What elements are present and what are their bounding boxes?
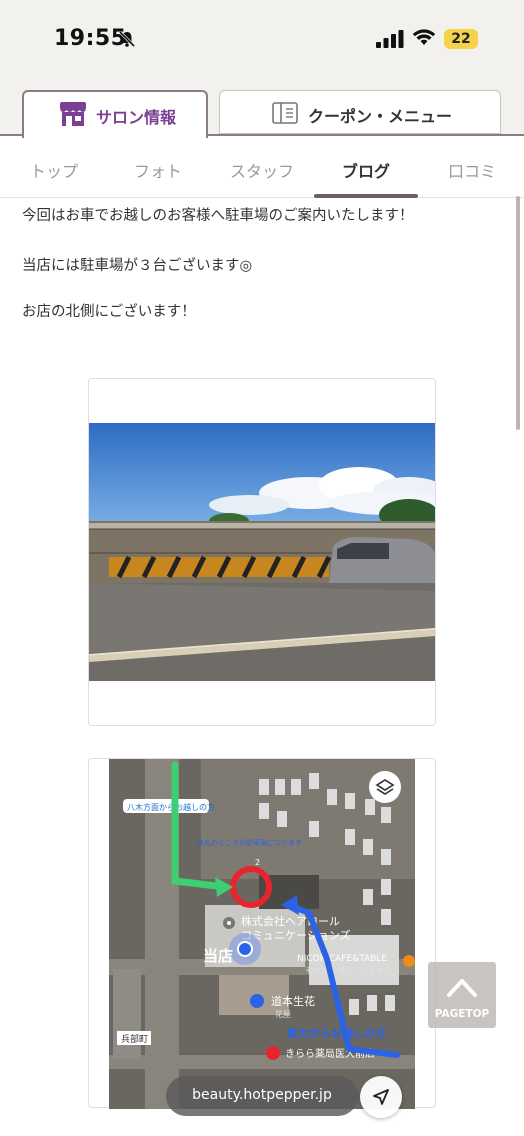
map-label-route-south: 医大からお越しの方 <box>287 1026 386 1040</box>
signal-icon <box>376 30 404 48</box>
subnav-item-photo[interactable]: フォト <box>134 158 182 182</box>
battery-icon: 22 <box>444 29 478 49</box>
pagetop-label: PAGETOP <box>434 1008 490 1020</box>
tab-coupon-menu[interactable]: クーポン・メニュー <box>219 90 501 134</box>
article-line-3: お店の北側にございます！ <box>22 304 196 320</box>
map-label-company: 株式会社ヘアロール <box>241 914 340 928</box>
navigation-arrow-button[interactable] <box>360 1076 402 1118</box>
map-label-cafe-sub: それほど混んでいません <box>305 966 392 975</box>
tab-salon-label: サロン情報 <box>96 108 177 127</box>
subnav-item-blog[interactable]: ブログ <box>342 158 390 182</box>
parking-map: 八木方面からお越しの方 赤丸のところが駐車場になります 2 株式会社ヘアロール … <box>109 759 415 1109</box>
subnav-item-reviews[interactable]: 口コミ <box>448 158 496 182</box>
map-label-red-circle-note: 赤丸のところが駐車場になります <box>197 838 302 847</box>
map-label-flower: 道本生花 <box>271 994 315 1008</box>
shop-icon <box>60 102 86 126</box>
map-image-card[interactable]: 八木方面からお越しの方 赤丸のところが駐車場になります 2 株式会社ヘアロール … <box>88 758 436 1109</box>
sub-navigation: トップ フォト スタッフ ブログ 口コミ <box>0 138 524 198</box>
page-scrollbar[interactable] <box>516 196 520 430</box>
article-line-1: 今回はお車でお越しのお客様へ駐車場のご案内いたします！ <box>22 208 414 224</box>
bell-slash-icon <box>118 30 136 48</box>
map-label-flower-sub: 花屋 <box>275 1009 291 1019</box>
parking-photo <box>89 423 435 681</box>
parking-photo-card[interactable] <box>88 378 436 726</box>
map-label-shop: 当店 <box>203 947 233 965</box>
subnav-item-staff[interactable]: スタッフ <box>230 158 294 182</box>
map-label-town: 兵部町 <box>121 1033 148 1045</box>
browser-url-bar[interactable]: beauty.hotpepper.jp <box>166 1076 358 1116</box>
subnav-item-top[interactable]: トップ <box>30 158 78 182</box>
status-time: 19:55 <box>54 26 127 51</box>
active-tab-indicator <box>314 194 418 198</box>
wifi-icon <box>412 29 436 45</box>
status-bar: 19:55 22 <box>0 0 524 80</box>
map-label-cafe: NICOR CAFE&TABLE <box>297 954 387 964</box>
pagetop-button[interactable]: PAGETOP <box>428 962 496 1028</box>
article-line-2: 当店には駐車場が３台ございます◎ <box>22 258 253 274</box>
browser-url-text: beauty.hotpepper.jp <box>192 1087 332 1103</box>
header-tabs: サロン情報 クーポン・メニュー <box>0 80 524 138</box>
map-label-number: 2 <box>255 858 260 867</box>
map-label-route-north: 八木方面からお越しの方 <box>127 802 215 812</box>
chevron-up-icon <box>447 979 477 997</box>
menu-book-icon <box>272 102 298 124</box>
tab-salon-info[interactable]: サロン情報 <box>22 90 208 138</box>
tab-coupon-label: クーポン・メニュー <box>308 107 453 126</box>
location-arrow-icon <box>373 1089 389 1105</box>
